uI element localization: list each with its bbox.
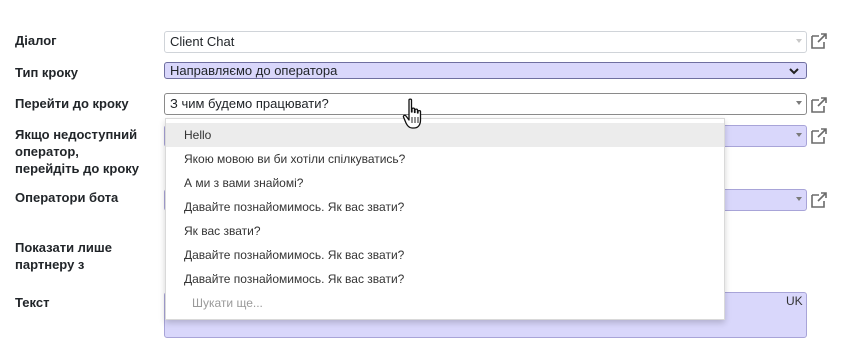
- step-dropdown: Hello Якою мовою ви би хотіли спілкувати…: [165, 118, 725, 320]
- step-type-value: Направляємо до оператора: [170, 63, 338, 78]
- label-if-unavailable-line2: оператор,: [15, 144, 79, 159]
- dropdown-item[interactable]: Давайте познайомимось. Як вас звати?: [166, 195, 724, 219]
- caret-down-icon: [796, 39, 802, 43]
- external-link-icon[interactable]: [810, 96, 829, 114]
- dialog-select[interactable]: Client Chat: [164, 31, 807, 53]
- label-show-only: Показати лише партнеру з: [15, 239, 155, 273]
- label-if-unavailable: Якщо недоступний оператор, перейдіть до …: [15, 126, 155, 177]
- caret-down-icon: [796, 133, 802, 137]
- label-dialog: Діалог: [15, 33, 57, 48]
- dropdown-item[interactable]: Як вас звати?: [166, 219, 724, 243]
- label-bot-operators: Оператори бота: [15, 190, 119, 205]
- label-show-only-line1: Показати лише: [15, 240, 112, 255]
- go-to-step-select[interactable]: З чим будемо працювати?: [164, 93, 807, 115]
- label-text: Текст: [15, 295, 50, 310]
- caret-down-icon: [796, 101, 802, 105]
- label-show-only-line2: партнеру з: [15, 257, 85, 272]
- form-page: Діалог Тип кроку Перейти до кроку Якщо н…: [0, 0, 849, 341]
- hand-cursor-icon: [402, 98, 422, 129]
- dialog-value: Client Chat: [170, 34, 235, 49]
- label-if-unavailable-line1: Якщо недоступний: [15, 127, 138, 142]
- label-if-unavailable-line3: перейдіть до кроку: [15, 161, 140, 176]
- go-to-step-value: З чим будемо працювати?: [170, 96, 329, 111]
- external-link-icon[interactable]: [810, 127, 829, 145]
- label-go-to-step: Перейти до кроку: [15, 96, 129, 111]
- caret-down-icon: [796, 197, 802, 201]
- external-link-icon[interactable]: [810, 32, 829, 50]
- language-badge[interactable]: UK: [786, 294, 803, 308]
- dropdown-item[interactable]: Давайте познайомимось. Як вас звати?: [166, 267, 724, 291]
- external-link-icon[interactable]: [810, 191, 829, 209]
- dropdown-item[interactable]: Якою мовою ви би хотіли спілкуватись?: [166, 147, 724, 171]
- step-type-select[interactable]: Направляємо до оператора: [164, 62, 807, 79]
- dropdown-item[interactable]: А ми з вами знайомі?: [166, 171, 724, 195]
- label-step-type: Тип кроку: [15, 65, 79, 80]
- dropdown-item[interactable]: Hello: [166, 123, 724, 147]
- search-more-link[interactable]: Шукати ще...: [166, 291, 724, 315]
- chevron-down-icon: [789, 68, 799, 75]
- dropdown-item[interactable]: Давайте познайомимось. Як вас звати?: [166, 243, 724, 267]
